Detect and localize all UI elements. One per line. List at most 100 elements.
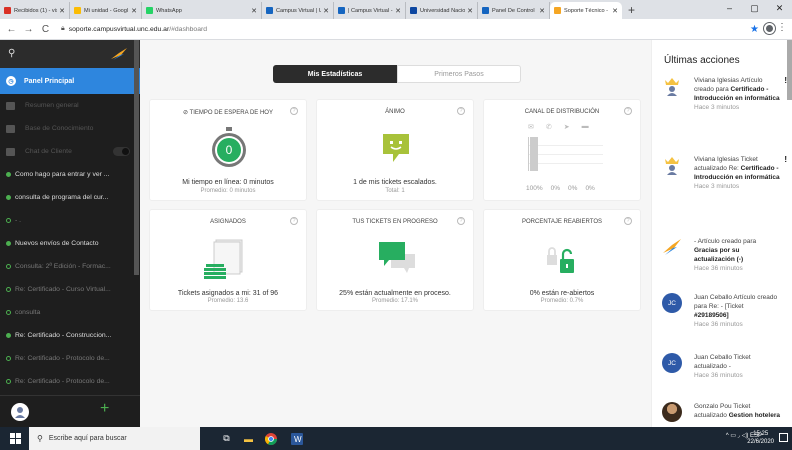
minimize-icon[interactable]: – [717,0,742,19]
browser-tab[interactable]: WhatsApp ✕ [142,2,262,19]
bookmark-star-icon[interactable]: ★ [750,24,759,35]
conversation-item[interactable]: Re: Certificado - Protocolo de... [0,370,140,393]
browser-tab[interactable]: | Campus Virtual - ✕ [334,2,406,19]
conversation-label: Nuevos envíos de Contacto [15,240,99,247]
close-tab-icon[interactable]: ✕ [131,7,137,15]
search-icon[interactable]: ⚲ [8,48,15,59]
card-line: 25% están actualmente en proceso. [339,290,451,297]
channel-percent: 0% [568,185,578,192]
activity-scrollbar[interactable] [787,40,792,100]
tab-favicon [482,7,489,14]
forward-icon[interactable]: → [23,24,34,35]
phone-icon: ✆ [545,124,552,131]
avatar[interactable] [11,403,29,421]
task-view-icon[interactable]: ⧉ [218,430,235,447]
new-tab-icon[interactable]: + [628,2,635,19]
help-icon[interactable]: ? [624,107,632,115]
conversation-item[interactable]: Re: Certificado - Curso Virtual... [0,278,140,301]
card-line: 0% están re-abiertos [529,290,595,297]
profile-icon[interactable] [764,23,775,34]
sidebar-item-resumen[interactable]: Resumen general [0,94,140,117]
sidebar-item-knowledge-base[interactable]: Base de Conocimiento [0,117,140,140]
close-tab-icon[interactable]: ✕ [323,7,329,15]
back-icon[interactable]: ← [6,24,17,35]
user-photo [662,402,682,422]
conversation-item[interactable]: Re: Certificado - Construccion... [0,324,140,347]
close-tab-icon[interactable]: ✕ [59,7,65,15]
status-dot [6,218,11,223]
browser-menu-icon[interactable]: ⋮ [777,23,787,33]
help-icon[interactable]: ? [290,217,298,225]
help-icon[interactable]: ? [457,217,465,225]
tab-favicon [338,7,345,14]
close-window-icon[interactable]: ✕ [767,0,792,19]
channel-percent: 0% [585,185,595,192]
alert-flag: ! [784,155,787,164]
tab-title: | Campus Virtual - [348,7,393,14]
card-reopened: PORCENTAJE REABIERTOS ? 0% están re-abie… [483,209,641,311]
tab-title: Soporte Técnico - [564,7,609,14]
card-channel: CANAL DE DISTRIBUCIÓN ? ✉ ✆ ➤ ▬ 100% 0% … [483,99,641,201]
tab-favicon [410,7,417,14]
status-dot [6,287,11,292]
close-tab-icon[interactable]: ✕ [467,7,473,15]
conversation-item[interactable]: Consulta: 2ª Edición - Formac... [0,255,140,278]
tab-favicon [74,7,81,14]
activity-panel: Últimas acciones Viviana Iglesias Artícu… [651,40,792,427]
conversation-item[interactable]: consulta de programa del cur... [0,186,140,209]
url-field[interactable]: soporte.campusvirtual.unc.edu.ar/#dashbo… [69,26,207,33]
tray-icons[interactable]: ^ ▭ ◞ ◁) [726,433,748,439]
windows-start-icon[interactable] [10,433,21,444]
card-mood: ÁNIMO ? 1 de mis tickets escalados. Tota… [316,99,474,201]
tab-mis-estadisticas[interactable]: Mis Estadísticas [273,65,397,83]
maximize-icon[interactable]: ▢ [742,0,767,19]
chat-toggle[interactable] [113,147,130,156]
chrome-icon[interactable] [262,430,279,447]
word-icon[interactable]: W [288,430,305,447]
browser-tab[interactable]: Panel De Control ✕ [478,2,550,19]
close-tab-icon[interactable]: ✕ [539,7,545,15]
help-icon[interactable]: ? [457,107,465,115]
view-toggle: Mis Estadísticas Primeros Pasos [273,65,521,83]
dashboard-main: Mis Estadísticas Primeros Pasos ⊘ TIEMPO… [140,40,651,427]
conversation-item[interactable]: Nuevos envíos de Contacto [0,232,140,255]
browser-tab[interactable]: Soporte Técnico - ✕ [550,2,622,19]
sidebar: ⚲ ◷ Panel Principal Resumen general Base… [0,40,140,427]
help-icon[interactable]: ? [290,107,298,115]
browser-tab[interactable]: Recibidos (1) - visi: ✕ [0,2,70,19]
status-dot [6,379,11,384]
conversation-item[interactable]: - . [0,209,140,232]
send-icon: ➤ [563,124,570,131]
tickets-stack-icon [204,239,243,279]
browser-tab[interactable]: Campus Virtual | U ✕ [262,2,334,19]
sidebar-scrollbar[interactable] [134,40,139,275]
help-icon[interactable]: ? [624,217,632,225]
tab-favicon [4,7,11,14]
close-tab-icon[interactable]: ✕ [395,7,401,15]
close-tab-icon[interactable]: ✕ [251,7,257,15]
reload-icon[interactable]: C [40,24,51,35]
conversation-item[interactable]: Como hago para entrar y ver ... [0,163,140,186]
sidebar-item-chat[interactable]: Chat de Cliente [0,140,140,163]
card-wait-time: ⊘ TIEMPO DE ESPERA DE HOY ? 0 Mi tiempo … [149,99,307,201]
conversation-item[interactable]: Re: Certificado - Protocolo de... [0,347,140,370]
close-tab-icon[interactable]: ✕ [612,7,618,15]
address-bar: ← → C 🔒︎ soporte.campusvirtual.unc.edu.a… [0,19,792,40]
sidebar-item-panel-principal[interactable]: ◷ Panel Principal [0,68,140,94]
sidebar-item-label: Resumen general [25,102,79,109]
browser-tab[interactable]: Universidad Nacio ✕ [406,2,478,19]
browser-tab[interactable]: Mi unidad - Googl ✕ [70,2,142,19]
conversation-item[interactable]: consulta [0,301,140,324]
add-icon[interactable]: + [100,400,109,418]
activity-subject: Gestion hotelera [728,412,780,419]
file-explorer-icon[interactable]: ▬ [240,430,257,447]
card-sub: Total: 1 [385,188,405,194]
tab-primeros-pasos[interactable]: Primeros Pasos [397,65,521,83]
taskbar-search[interactable]: ⚲ Escribe aquí para buscar [29,427,200,450]
clock[interactable]: 15:25 22/6/2020 [747,430,774,446]
channel-percents: 100% 0% 0% 0% [526,185,595,192]
lock-icon[interactable]: 🔒︎ [61,25,65,33]
clock-date: 22/6/2020 [747,439,774,445]
chat-bubbles-icon [379,242,415,273]
notification-icon[interactable] [779,433,788,442]
